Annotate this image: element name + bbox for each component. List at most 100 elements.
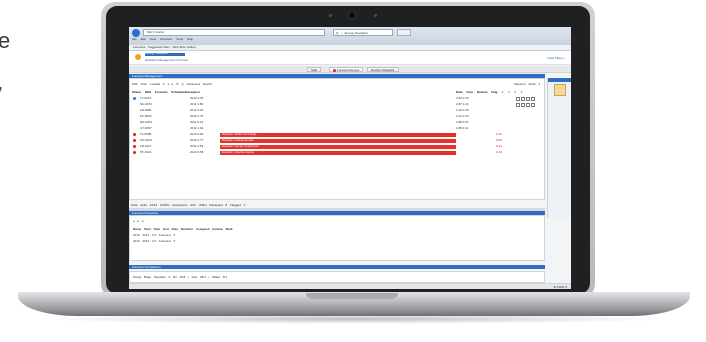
well-name[interactable]: PF-0066 [140, 114, 152, 119]
sensor-dot [374, 14, 377, 17]
grid-toolbar[interactable]: Well Filter Loaded ▾ ◂ ▸ ⟲ ⎙ Advanced Se… [132, 82, 212, 87]
flag-value: 0.12 [496, 132, 502, 136]
status-dot-icon [133, 103, 136, 106]
exception-text: Exception: missing rate data [222, 139, 254, 142]
browser-status-bar: ⊕ 100% ▾ [129, 283, 571, 289]
status-dot-icon [133, 145, 136, 148]
well-name[interactable]: FR-0117 [140, 144, 151, 149]
row-values: 2013 3.45 [190, 96, 204, 100]
row-checkbox[interactable] [531, 103, 535, 107]
status-dot-icon [133, 133, 136, 136]
row-checkbox[interactable] [531, 97, 535, 101]
address-text: http:// /portal [147, 30, 164, 34]
row-values: 2011 0.69 [190, 144, 204, 148]
camera-icon [349, 12, 355, 18]
properties-row[interactable]: 2013 2014 3.5 Forecast ▾ [133, 233, 175, 237]
alert-flag-icon [333, 68, 336, 72]
table-row[interactable]: NA-0103 2012 0.77 Exception: missing rate … [130, 138, 544, 143]
browser-search-box[interactable]: Q · ‹ · Energy Navigator [333, 29, 393, 36]
row-values: 2011 5.12 [190, 120, 204, 124]
row-values: 2013 0.58 [190, 150, 204, 154]
new-tab-button[interactable] [397, 29, 411, 36]
row-checkbox[interactable] [521, 103, 525, 107]
row-checkbox[interactable] [516, 103, 520, 107]
row-values: 2013 0.84 [190, 132, 204, 136]
tab-start[interactable]: Start [307, 67, 322, 72]
tab-forecast-review-label: Forecast Review [337, 68, 360, 72]
app-header: Energy Navigator Workflow Management For… [129, 51, 571, 65]
well-name[interactable]: GT-0057 [140, 126, 152, 131]
browser-menu[interactable]: File Edit View Favorites Tools Help [132, 37, 193, 41]
exception-text: Exception: schedule overdue [222, 151, 255, 154]
comparison-panel-header: Forecast Comparison [129, 265, 545, 269]
tab-forecast-review[interactable]: Forecast Review [329, 67, 364, 72]
exception-bar[interactable]: Exception: forecast not approved [220, 145, 456, 149]
table-row[interactable]: FR-0081 2012 3.01 3.10 0.18 [130, 108, 544, 113]
favorites-text[interactable]: Favorites · Suggested Sites · Web Slice … [133, 45, 196, 49]
address-bar[interactable]: http:// /portal [143, 29, 325, 36]
grid-right-column-headers: Rate Cum Decline Flag ✓ ✓ ✓ ✓ [456, 90, 523, 94]
side-panel-header [548, 78, 571, 82]
well-name[interactable]: TL-0012 [140, 96, 151, 101]
table-row[interactable]: NA-0074 2011 4.80 2.87 0.24 [130, 102, 544, 107]
status-dot-icon [133, 115, 136, 118]
browser-logo-icon[interactable] [132, 29, 140, 37]
row-values: 2010 2.75 [190, 114, 204, 118]
selected-wells-dropdown[interactable]: Selected Wells ▾ [514, 82, 540, 87]
document-icon[interactable] [554, 84, 566, 96]
rate-values: 3.10 0.18 [456, 108, 469, 112]
browser-toolbar: http:// /portal Q · ‹ · Energy Navigator… [129, 27, 571, 45]
status-dot-icon [133, 139, 136, 142]
properties-headers: Name Start Date End Date Duration Assign… [133, 227, 233, 231]
properties-toolbar[interactable]: ◂ ▸ ⎙ [133, 219, 144, 223]
rate-values: 3.62 0.15 [456, 96, 469, 100]
table-row[interactable]: RN-0043 2011 5.12 4.98 0.31 [130, 120, 544, 125]
rate-values: 4.98 0.31 [456, 120, 469, 124]
row-values: 2012 3.01 [190, 108, 204, 112]
flag-value: 0.10 [496, 150, 502, 154]
rate-values: 2.87 0.24 [456, 102, 469, 106]
grid-summary: Total wells 12/12 (100%) Exceptions 4/12… [131, 203, 246, 207]
well-name[interactable]: TL-0098 [140, 132, 151, 137]
table-row[interactable]: GT-0057 2012 1.92 1.88 0.11 [130, 126, 544, 131]
tab-review-navigator[interactable]: Review Navigator [367, 67, 399, 72]
exception-text: Exception: decline out of range [222, 133, 257, 136]
row-values: 2011 4.80 [190, 102, 204, 106]
properties-row[interactable]: 2012 2013 2.0 Forecast ▾ [133, 239, 175, 243]
table-row[interactable]: PF-0066 2010 2.75 2.41 0.20 [130, 114, 544, 119]
exception-bar[interactable]: Exception: schedule overdue [220, 151, 456, 155]
comparison-panel-title: Forecast Comparison [132, 265, 161, 269]
well-name[interactable]: RN-0043 [140, 120, 152, 125]
table-row[interactable]: FR-0117 2011 0.69 Exception: forecast not … [130, 144, 544, 149]
row-checkbox[interactable] [526, 103, 530, 107]
rate-values: 1.88 0.11 [456, 126, 469, 130]
row-checkbox[interactable] [516, 97, 520, 101]
laptop-screen: http:// /portal Q · ‹ · Energy Navigator… [129, 27, 571, 289]
row-values: 2012 1.92 [190, 126, 204, 130]
exception-bar[interactable]: Exception: decline out of range [220, 133, 456, 137]
well-name[interactable]: FR-0081 [140, 108, 152, 113]
clear-filters-link[interactable]: Clear Filters › [547, 56, 565, 60]
comparison-line[interactable]: Group Base Scenario ▾ Oil 19.8 | Gas 28.… [133, 275, 227, 279]
zoom-control[interactable]: ⊕ 100% ▾ [554, 285, 567, 289]
table-row[interactable]: TL-0012 2013 3.45 3.62 0.15 [130, 96, 544, 101]
row-checkbox[interactable] [526, 97, 530, 101]
flag-value: 0.09 [496, 138, 502, 142]
table-row[interactable]: TL-0098 2013 0.84 Exception: decline out o… [130, 132, 544, 137]
grid-column-headers: Status Well Forecast Schedule/Exception [132, 90, 200, 94]
app-title: Energy Navigator [145, 51, 169, 55]
table-row[interactable]: PF-0121 2013 0.58 Exception: schedule over… [130, 150, 544, 155]
status-dot-icon [133, 151, 136, 154]
app-subtitle[interactable]: Workflow Management Forecast [145, 58, 188, 62]
well-name[interactable]: NA-0103 [140, 138, 152, 143]
well-name[interactable]: PF-0121 [140, 150, 152, 155]
exception-bar[interactable]: Exception: missing rate data [220, 139, 456, 143]
well-name[interactable]: NA-0074 [140, 102, 152, 107]
row-checkbox[interactable] [521, 97, 525, 101]
laptop-notch [306, 293, 398, 299]
rate-values: 2.41 0.20 [456, 114, 469, 118]
comparison-panel: Group Base Scenario ▾ Oil 19.8 | Gas 28.… [129, 271, 545, 283]
forecast-grid-panel: Well Filter Loaded ▾ ◂ ▸ ⟲ ⎙ Advanced Se… [129, 78, 545, 200]
status-dot-icon [133, 109, 136, 112]
marketing-image: e , http:// /portal Q · ‹ · Energy Navig… [0, 0, 706, 342]
